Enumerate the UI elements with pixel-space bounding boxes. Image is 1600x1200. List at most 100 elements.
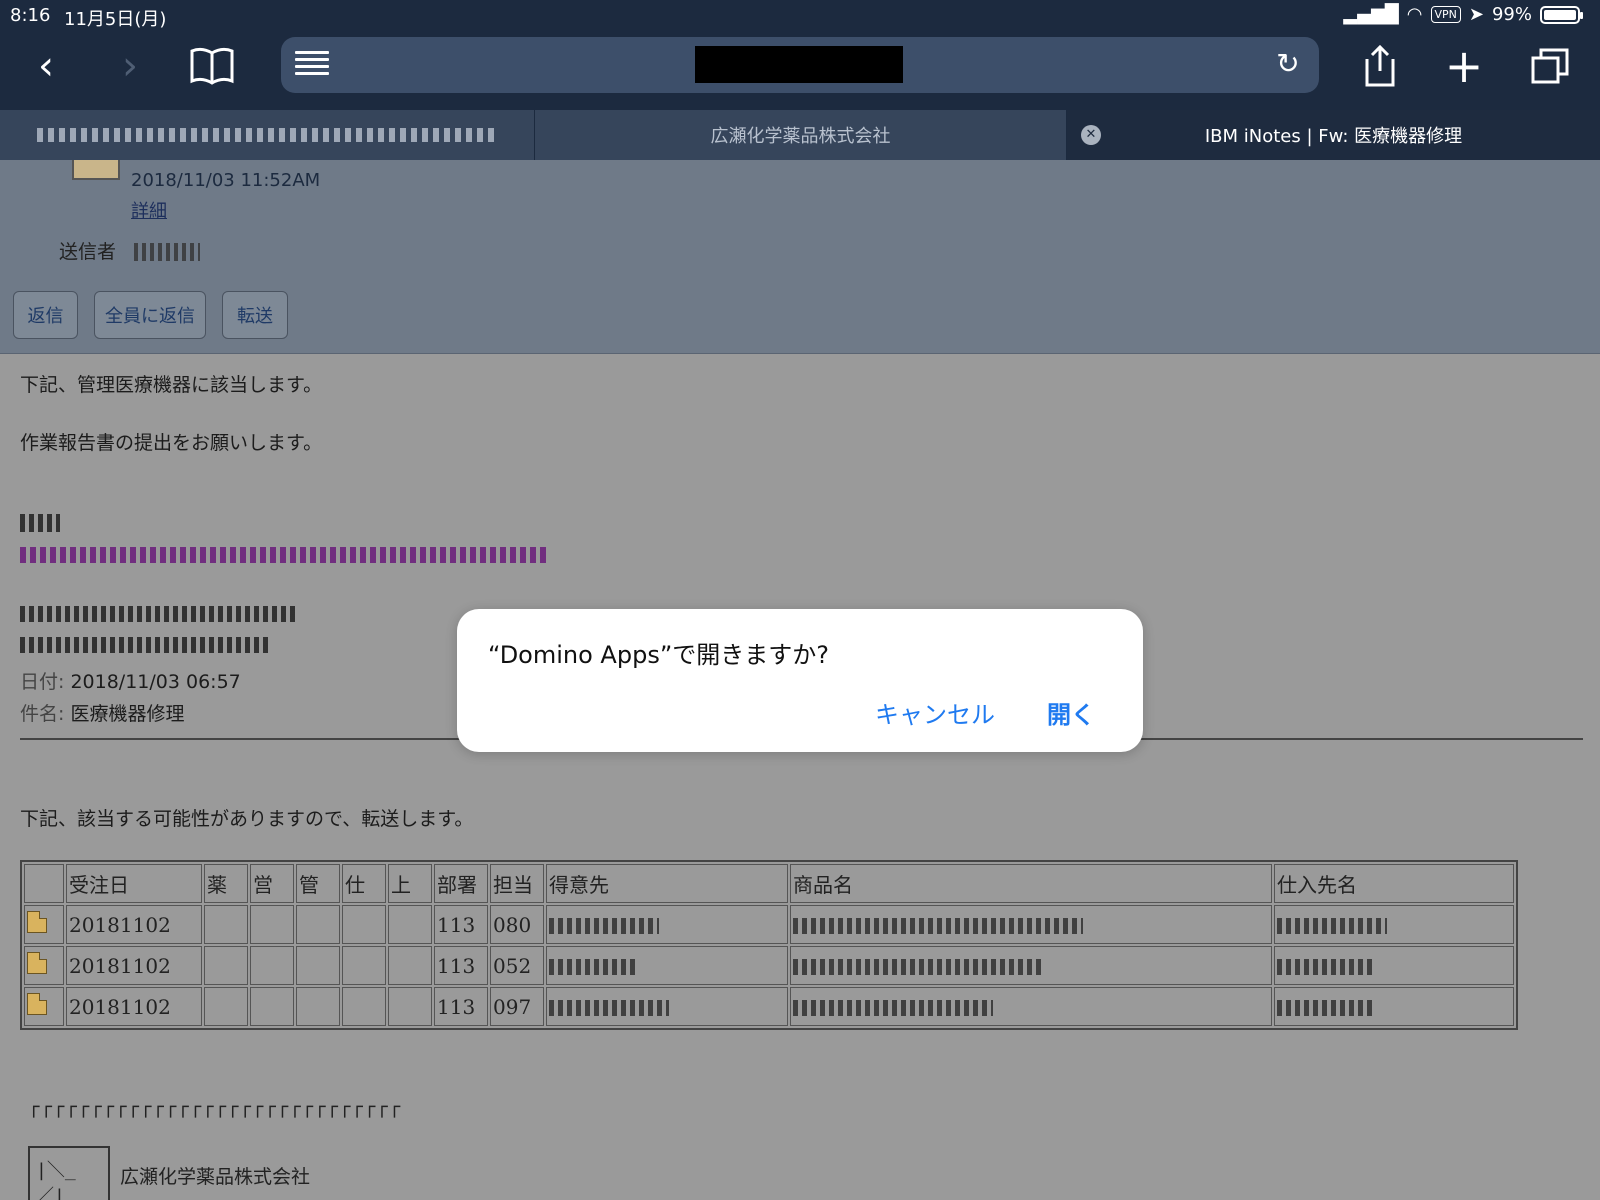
battery-fill xyxy=(1544,9,1576,20)
table-row[interactable]: 20181102 113 052 xyxy=(24,946,1514,985)
tab-strip: 広瀬化学薬品株式会社 ✕ IBM iNotes | Fw: 医療機器修理 xyxy=(0,110,1600,160)
status-right: ▂▄▆█ ◠ VPN ➤ 99% xyxy=(1343,4,1583,25)
cell-dept: 113 xyxy=(434,905,488,944)
back-button[interactable]: ‹ xyxy=(18,40,74,92)
cell-product-blurred xyxy=(793,1000,993,1016)
tabs-icon xyxy=(1531,48,1569,84)
tab-2[interactable]: 広瀬化学薬品株式会社 xyxy=(535,110,1067,160)
blurred-forward-header xyxy=(20,547,550,563)
dialog-message: “Domino Apps”で開きますか? xyxy=(488,641,829,669)
book-icon xyxy=(190,47,234,85)
mail-header: 2018/11/03 11:52AM 詳細 送信者 返信 全員に返信 転送 xyxy=(0,160,1600,354)
browser-toolbar: 8:16 11月5日(月) ▂▄▆█ ◠ VPN ➤ 99% ‹ › ↻ + xyxy=(0,0,1600,110)
cell-dept: 113 xyxy=(434,987,488,1026)
reload-icon[interactable]: ↻ xyxy=(1271,47,1305,81)
cell-customer-blurred xyxy=(549,1000,669,1016)
col-header-ei: 営 xyxy=(250,864,294,903)
sender-value-blurred xyxy=(134,243,200,261)
forward-button[interactable]: 転送 xyxy=(222,291,288,339)
url-redacted xyxy=(695,46,903,83)
battery-icon xyxy=(1540,5,1583,24)
col-header-product: 商品名 xyxy=(790,864,1272,903)
sender-label: 送信者 xyxy=(59,241,117,263)
tab-3-label: IBM iNotes | Fw: 医療機器修理 xyxy=(1204,126,1463,147)
open-button[interactable]: 開く xyxy=(1047,695,1095,730)
date-value: 2018/11/03 06:57 xyxy=(70,671,241,693)
col-header-shi: 仕 xyxy=(342,864,386,903)
battery-percent: 99% xyxy=(1491,4,1532,25)
cell-order-date: 20181102 xyxy=(66,987,202,1026)
share-button[interactable] xyxy=(1352,40,1408,92)
col-header-yaku: 薬 xyxy=(204,864,248,903)
subject-line: 件名: 医療機器修理 xyxy=(20,699,184,726)
body-line-1: 下記、管理医療機器に該当します。 xyxy=(20,374,323,396)
cancel-button[interactable]: キャンセル xyxy=(875,695,995,730)
wifi-icon: ◠ xyxy=(1406,4,1423,25)
date-label: 日付: xyxy=(20,671,65,693)
detail-link[interactable]: 詳細 xyxy=(131,197,167,223)
blurred-to xyxy=(20,637,270,653)
mail-timestamp: 2018/11/03 11:52AM xyxy=(131,170,321,191)
close-icon[interactable]: ✕ xyxy=(1081,125,1101,145)
cell-supplier-blurred xyxy=(1277,959,1372,975)
signal-icon: ▂▄▆█ xyxy=(1343,4,1399,25)
document-icon[interactable] xyxy=(27,993,47,1015)
cell-rep: 080 xyxy=(490,905,544,944)
col-header-order-date: 受注日 xyxy=(66,864,202,903)
cell-order-date: 20181102 xyxy=(66,946,202,985)
cell-order-date: 20181102 xyxy=(66,905,202,944)
reply-button[interactable]: 返信 xyxy=(13,291,78,339)
status-date: 11月5日(月) xyxy=(64,9,167,30)
share-icon xyxy=(1365,45,1395,87)
forward-button[interactable]: › xyxy=(102,40,158,92)
reader-icon[interactable] xyxy=(295,51,329,79)
subject-value: 医療機器修理 xyxy=(70,703,185,725)
status-time: 8:16 xyxy=(10,5,51,26)
tab-1[interactable] xyxy=(0,110,535,160)
table-row[interactable]: 20181102 113 080 xyxy=(24,905,1514,944)
location-icon: ➤ xyxy=(1468,4,1484,25)
date-line: 日付: 2018/11/03 06:57 xyxy=(20,667,241,694)
order-table: 受注日 薬 営 管 仕 上 部署 担当 得意先 商品名 仕入先名 2018110… xyxy=(20,860,1518,1030)
document-icon[interactable] xyxy=(27,952,47,974)
reply-all-button[interactable]: 全員に返信 xyxy=(94,291,206,339)
status-bar: 8:16 11月5日(月) ▂▄▆█ ◠ VPN ➤ 99% xyxy=(0,0,1600,32)
subject-label: 件名: xyxy=(20,703,65,725)
tab-3-active[interactable]: ✕ IBM iNotes | Fw: 医療機器修理 xyxy=(1067,110,1600,160)
document-icon[interactable] xyxy=(27,911,47,933)
cell-dept: 113 xyxy=(434,946,488,985)
blurred-heading xyxy=(20,514,60,532)
blurred-from xyxy=(20,606,296,622)
mail-icon xyxy=(72,160,120,180)
cell-customer-blurred xyxy=(549,918,659,934)
plus-icon: + xyxy=(1444,39,1484,93)
col-header-kan: 管 xyxy=(296,864,340,903)
table-row[interactable]: 20181102 113 097 xyxy=(24,987,1514,1026)
mail-body: 下記、管理医療機器に該当します。 作業報告書の提出をお願いします。 日付: 20… xyxy=(0,354,1600,1200)
address-bar[interactable]: ↻ xyxy=(281,37,1319,93)
open-in-app-dialog: “Domino Apps”で開きますか? キャンセル 開く xyxy=(457,609,1143,752)
body-line-3: 下記、該当する可能性がありますので、転送します。 xyxy=(20,808,474,830)
cell-product-blurred xyxy=(793,918,1083,934)
signature-border: ┌┌┌┌┌┌┌┌┌┌┌┌┌┌┌┌┌┌┌┌┌┌┌┌┌┌┌┌┌┌ xyxy=(28,1096,402,1118)
col-header-jo: 上 xyxy=(388,864,432,903)
cell-supplier-blurred xyxy=(1277,1000,1372,1016)
col-header-supplier: 仕入先名 xyxy=(1274,864,1514,903)
col-header-customer: 得意先 xyxy=(546,864,788,903)
cell-product-blurred xyxy=(793,959,1043,975)
new-tab-button[interactable]: + xyxy=(1436,39,1492,93)
signature-company: 広瀬化学薬品株式会社 xyxy=(120,1166,311,1188)
chevron-right-icon: › xyxy=(122,43,138,89)
body-line-2: 作業報告書の提出をお願いします。 xyxy=(20,432,323,454)
col-header-rep: 担当 xyxy=(490,864,544,903)
bookmarks-button[interactable] xyxy=(184,40,240,92)
col-header-dept: 部署 xyxy=(434,864,488,903)
cell-supplier-blurred xyxy=(1277,918,1387,934)
tabs-button[interactable] xyxy=(1522,40,1578,92)
chevron-left-icon: ‹ xyxy=(38,43,54,89)
cell-customer-blurred xyxy=(549,959,639,975)
col-header-icon xyxy=(24,864,64,903)
vpn-badge: VPN xyxy=(1430,6,1461,23)
table-header-row: 受注日 薬 営 管 仕 上 部署 担当 得意先 商品名 仕入先名 xyxy=(24,864,1514,903)
tab-1-label-blurred xyxy=(37,128,497,142)
